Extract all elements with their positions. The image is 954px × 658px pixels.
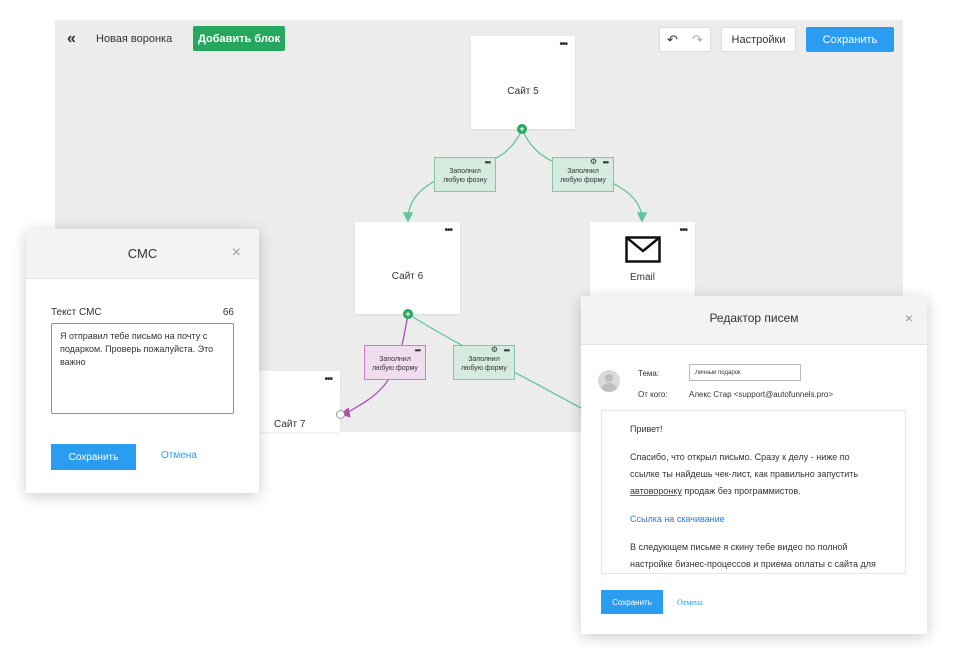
condition-line: любую форму [461,365,507,372]
mail-body-editor[interactable]: Привет! Спасибо, что открыл письмо. Сраз… [601,410,906,574]
mail-editor-header: Редактор писем × [581,296,927,345]
spellcheck-word: автоворонку [630,486,682,496]
mail-editor-title: Редактор писем [709,311,799,325]
from-label: От кого: [638,390,668,399]
close-icon[interactable]: × [905,310,913,326]
settings-button[interactable]: Настройки [721,27,796,52]
mail-paragraph: В следующем письме я скину тебе видео по… [630,542,876,569]
condition-line: любую форму [560,177,606,184]
condition-filled-form[interactable]: ⚙ ••• Заполнил любую форму [453,345,515,380]
condition-line: Заполнил [379,356,411,363]
download-link[interactable]: Ссылка на скачивание [630,511,877,528]
add-block-button[interactable]: Добавить блок [193,26,285,51]
sms-modal: СМС × Текст СМС 66 Я отправил тебе письм… [26,229,259,493]
mail-greeting: Привет! [630,424,663,434]
subject-label: Тема: [638,369,660,378]
from-value: Алекс Стар <support@autofunnels.pro> [689,390,834,399]
condition-menu-icon[interactable]: ••• [415,346,421,355]
block-email[interactable]: ••• Email [590,222,695,302]
mail-cancel-link[interactable]: Отмена [677,598,703,607]
condition-menu-icon[interactable]: ••• [504,346,510,355]
sms-text-field[interactable]: Я отправил тебе письмо на почту с подарк… [51,323,234,414]
condition-line: Заполнил [449,168,481,175]
close-icon[interactable]: × [232,244,241,262]
funnel-name: Новая воронка [96,33,173,45]
gear-icon[interactable]: ⚙ [491,345,498,354]
condition-line: любую фозну [442,177,488,184]
sms-char-count: 66 [222,307,234,318]
add-connection-icon[interactable]: + [403,309,413,319]
block-name: Email [629,272,655,283]
back-chevron-icon[interactable]: « [67,30,76,48]
mail-paragraph: Спасибо, что открыл письмо. Сразу к делу… [630,452,859,496]
sms-text-label: Текст СМС [51,307,102,318]
condition-line: Заполнил [567,168,599,175]
avatar [598,370,620,392]
sms-save-button[interactable]: Сохранить [51,444,136,470]
block-site-6[interactable]: ••• Сайт 6 [355,222,460,314]
block-menu-icon[interactable]: ••• [444,225,452,236]
envelope-icon [625,236,661,263]
block-menu-icon[interactable]: ••• [559,39,567,50]
sms-cancel-link[interactable]: Отмена [161,450,197,461]
condition-menu-icon[interactable]: ••• [603,158,609,167]
undo-icon[interactable]: ↶ [667,32,678,48]
condition-line: Заполнил [468,356,500,363]
block-site-5[interactable]: ••• Сайт 5 [471,36,575,129]
gear-icon[interactable]: ⚙ [590,157,597,166]
sms-modal-title: СМС [127,246,158,261]
block-name: Сайт 5 [507,86,539,97]
block-name: Сайт 6 [391,271,424,282]
condition-menu-icon[interactable]: ••• [485,158,491,167]
save-button[interactable]: Сохранить [806,27,894,52]
block-site-7[interactable]: ••• Сайт 7 [258,371,340,432]
subject-input[interactable] [689,364,801,381]
add-connection-icon[interactable]: + [517,124,527,134]
mail-editor-modal: Редактор писем × Тема: От кого: Алекс Ст… [581,296,927,634]
connection-port-icon[interactable] [336,410,345,419]
condition-filled-form[interactable]: ⚙ ••• Заполнил любую форму [552,157,614,192]
condition-filled-form[interactable]: ••• Заполнил любую фозну [434,157,496,192]
block-menu-icon[interactable]: ••• [324,374,332,385]
condition-line: любую форму [372,365,418,372]
redo-icon[interactable]: ↷ [692,32,703,48]
sms-modal-header: СМС × [26,229,259,279]
undo-redo-group: ↶ ↷ [659,27,711,52]
condition-filled-form[interactable]: ••• Заполнил любую форму [364,345,426,380]
block-menu-icon[interactable]: ••• [679,225,687,236]
mail-save-button[interactable]: Сохранить [601,590,663,614]
block-name: Сайт 7 [274,419,306,430]
